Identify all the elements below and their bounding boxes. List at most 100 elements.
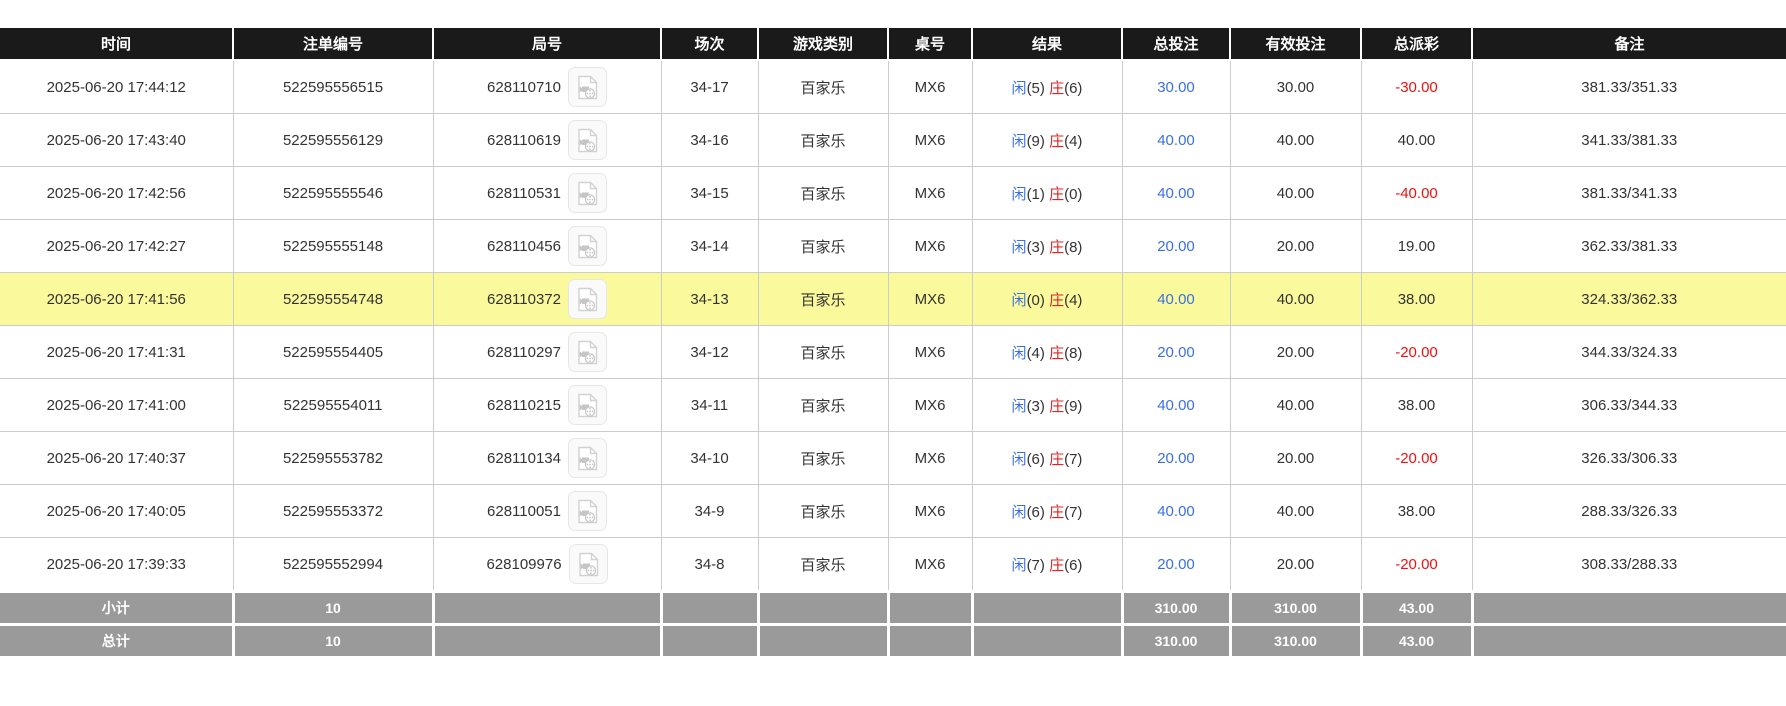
table-row[interactable]: 2025-06-20 17:41:00 522595554011 6281102… — [0, 378, 1786, 432]
round-id-cell: 628110710 — [432, 59, 662, 114]
bet-id-cell: 522595556129 — [232, 113, 434, 167]
banker-result-points: (9) — [1064, 397, 1083, 415]
bet-id-cell: 522595554748 — [232, 272, 434, 326]
summary-empty-cell — [659, 590, 760, 626]
session-cell: 34-12 — [660, 325, 759, 379]
session-cell: 34-16 — [660, 113, 759, 167]
round-id: 628110619 — [487, 131, 561, 149]
total-bet-cell: 40.00 — [1121, 113, 1231, 167]
remark-cell: 381.33/341.33 — [1471, 166, 1786, 220]
table-row[interactable]: 2025-06-20 17:40:05 522595553372 6281100… — [0, 484, 1786, 538]
session-cell: 34-17 — [660, 59, 759, 114]
result-cell: 闲(0) 庄(4) — [971, 272, 1123, 326]
bet-id-cell: 522595554011 — [232, 378, 434, 432]
col-header-time: 时间 — [0, 26, 234, 61]
summary-empty-cell — [886, 623, 974, 659]
game-type-cell: 百家乐 — [757, 378, 889, 432]
time-cell: 2025-06-20 17:43:40 — [0, 113, 234, 167]
player-result-label: 闲 — [1011, 185, 1027, 203]
result-cell: 闲(3) 庄(9) — [971, 378, 1123, 432]
records-body: 2025-06-20 17:44:12 522595556515 6281107… — [0, 59, 1786, 659]
session-cell: 34-14 — [660, 219, 759, 273]
table-row[interactable]: 2025-06-20 17:44:12 522595556515 6281107… — [0, 59, 1786, 114]
video-replay-button[interactable] — [567, 438, 607, 478]
banker-result-label: 庄 — [1049, 397, 1065, 415]
player-result-label: 闲 — [1011, 132, 1027, 150]
video-replay-button[interactable] — [567, 226, 607, 266]
bet-id-cell: 522595555546 — [232, 166, 434, 220]
round-id: 628110531 — [487, 184, 561, 202]
player-result-points: (3) — [1026, 397, 1045, 415]
player-result-points: (9) — [1026, 132, 1045, 150]
total-bet-cell: 40.00 — [1121, 484, 1231, 538]
summary-payout-cell: 43.00 — [1359, 590, 1474, 626]
session-cell: 34-10 — [660, 431, 759, 485]
col-header-session: 场次 — [660, 26, 759, 61]
col-header-total-bet: 总投注 — [1121, 26, 1231, 61]
summary-empty-cell — [970, 590, 1124, 626]
result-cell: 闲(7) 庄(6) — [971, 537, 1123, 592]
round-id: 628110710 — [487, 78, 561, 96]
valid-bet-cell: 40.00 — [1229, 113, 1362, 167]
valid-bet-cell: 40.00 — [1229, 484, 1362, 538]
table-row[interactable]: 2025-06-20 17:41:31 522595554405 6281102… — [0, 325, 1786, 379]
video-replay-button[interactable] — [567, 279, 607, 319]
round-id: 628110134 — [487, 449, 561, 467]
bet-id-cell: 522595556515 — [232, 59, 434, 114]
round-id-cell: 628110456 — [432, 219, 662, 273]
summary-valid-bet-cell: 310.00 — [1228, 590, 1363, 626]
summary-payout-cell: 43.00 — [1359, 623, 1474, 659]
col-header-result: 结果 — [971, 26, 1123, 61]
valid-bet-cell: 20.00 — [1229, 325, 1362, 379]
remark-cell: 344.33/324.33 — [1471, 325, 1786, 379]
remark-cell: 306.33/344.33 — [1471, 378, 1786, 432]
banker-result-points: (7) — [1064, 503, 1083, 521]
valid-bet-cell: 30.00 — [1229, 59, 1362, 114]
table-row[interactable]: 2025-06-20 17:43:40 522595556129 6281106… — [0, 113, 1786, 167]
video-replay-button[interactable] — [567, 385, 607, 425]
banker-result-points: (0) — [1064, 185, 1083, 203]
summary-row: 总计 10 310.00 310.00 43.00 — [0, 623, 1786, 659]
valid-bet-cell: 20.00 — [1229, 537, 1362, 592]
player-result-points: (6) — [1026, 450, 1045, 468]
payout-cell: 38.00 — [1360, 484, 1473, 538]
video-file-icon — [578, 287, 598, 311]
video-replay-button[interactable] — [567, 332, 607, 372]
summary-empty-cell — [431, 590, 663, 626]
bet-id-cell: 522595552994 — [232, 537, 434, 592]
player-result-label: 闲 — [1011, 503, 1027, 521]
summary-empty-cell — [431, 623, 663, 659]
payout-cell: -30.00 — [1360, 59, 1473, 114]
table-row[interactable]: 2025-06-20 17:41:56 522595554748 6281103… — [0, 272, 1786, 326]
banker-result-points: (6) — [1064, 556, 1083, 574]
video-replay-button[interactable] — [567, 173, 607, 213]
session-cell: 34-8 — [660, 537, 759, 592]
round-id-cell: 628110297 — [432, 325, 662, 379]
video-replay-button[interactable] — [567, 67, 607, 107]
table-no-cell: MX6 — [887, 378, 973, 432]
banker-result-label: 庄 — [1049, 556, 1065, 574]
remark-cell: 288.33/326.33 — [1471, 484, 1786, 538]
table-row[interactable]: 2025-06-20 17:40:37 522595553782 6281101… — [0, 431, 1786, 485]
video-replay-button[interactable] — [567, 491, 607, 531]
remark-cell: 362.33/381.33 — [1471, 219, 1786, 273]
summary-empty-cell — [659, 623, 760, 659]
video-replay-button[interactable] — [567, 120, 607, 160]
video-file-icon — [578, 234, 598, 258]
col-header-bet-id: 注单编号 — [232, 26, 434, 61]
video-file-icon — [578, 181, 598, 205]
round-id: 628110051 — [487, 502, 561, 520]
time-cell: 2025-06-20 17:40:37 — [0, 431, 234, 485]
table-row[interactable]: 2025-06-20 17:42:56 522595555546 6281105… — [0, 166, 1786, 220]
video-replay-button[interactable] — [568, 544, 608, 584]
summary-label-cell: 总计 — [0, 623, 235, 659]
col-header-game-type: 游戏类别 — [757, 26, 889, 61]
table-row[interactable]: 2025-06-20 17:42:27 522595555148 6281104… — [0, 219, 1786, 273]
payout-cell: 19.00 — [1360, 219, 1473, 273]
total-bet-cell: 20.00 — [1121, 219, 1231, 273]
total-bet-cell: 20.00 — [1121, 431, 1231, 485]
table-row[interactable]: 2025-06-20 17:39:33 522595552994 6281099… — [0, 537, 1786, 592]
valid-bet-cell: 20.00 — [1229, 431, 1362, 485]
result-cell: 闲(1) 庄(0) — [971, 166, 1123, 220]
session-cell: 34-15 — [660, 166, 759, 220]
